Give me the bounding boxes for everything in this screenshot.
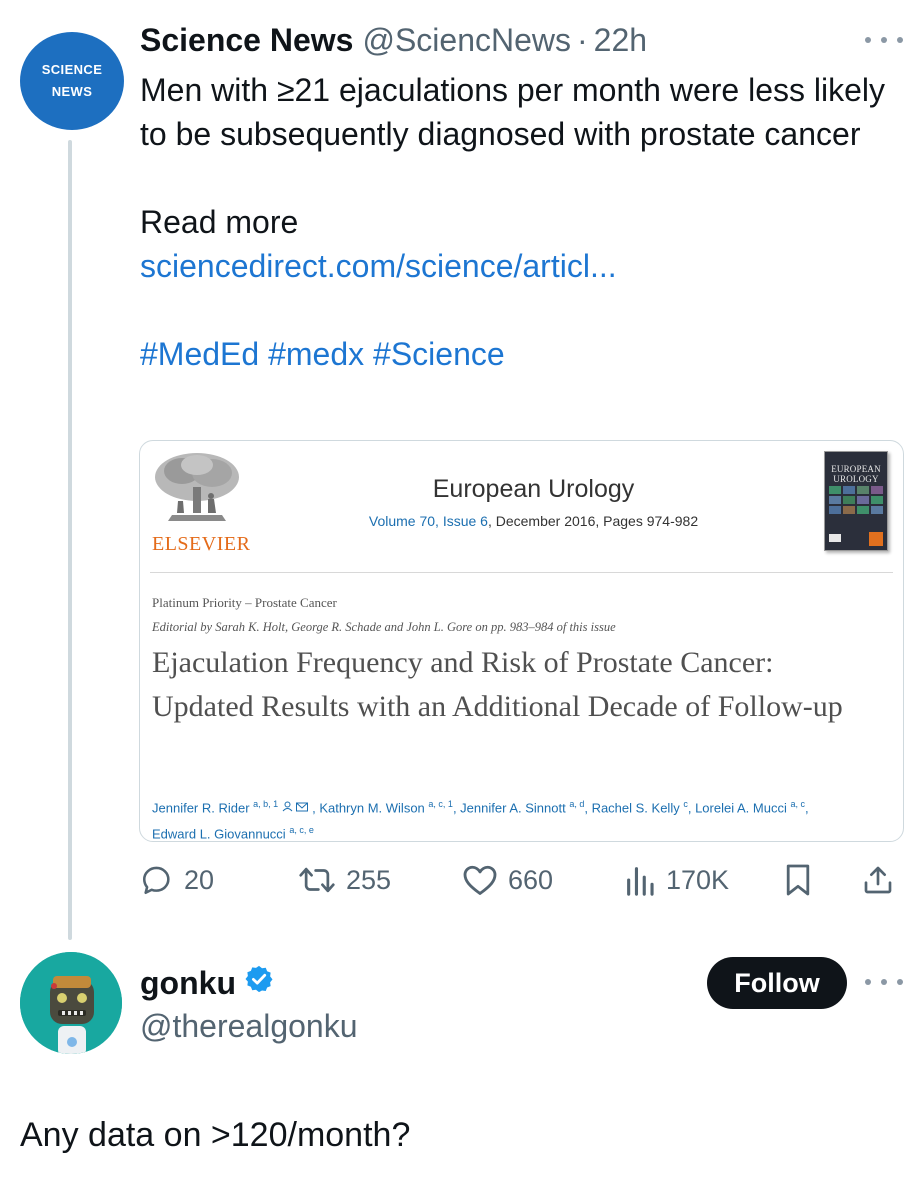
tweet-main-text: Men with ≥21 ejaculations per month were… [140, 72, 886, 152]
envelope-icon[interactable] [296, 800, 312, 815]
author-affiliation: c [683, 799, 688, 809]
retweet-count: 255 [346, 864, 392, 895]
tweet-timestamp[interactable]: 22h [594, 22, 647, 59]
journal-cover-thumbnail: EUROPEAN UROLOGY [824, 451, 888, 551]
read-more-text: Read more [140, 204, 299, 240]
editorial-note: Editorial by Sarah K. Holt, George R. Sc… [152, 620, 616, 634]
hashtags[interactable]: #MedEd #medx #Science [140, 332, 910, 376]
verified-badge-icon [244, 964, 274, 1002]
article-link[interactable]: sciencedirect.com/science/articl... [140, 244, 910, 288]
more-options-icon[interactable] [864, 28, 904, 52]
author-name[interactable]: Lorelei A. Mucci [695, 800, 787, 815]
tweet-text: Men with ≥21 ejaculations per month were… [140, 68, 910, 376]
author-name[interactable]: Jennifer R. Rider [152, 800, 250, 815]
author-name[interactable]: Science News [140, 22, 353, 59]
author-list: Jennifer R. Rider a, b, 1 , Kathryn M. W… [152, 799, 809, 842]
reply-tweet-text: Any data on >120/month? [20, 1116, 411, 1154]
retweet-button[interactable]: 255 [298, 860, 391, 900]
cover-title: EUROPEAN UROLOGY [831, 464, 881, 484]
author-name[interactable]: gonku [140, 965, 236, 1002]
share-icon [864, 866, 892, 894]
author-name[interactable]: Edward L. Giovannucci [152, 827, 286, 841]
journal-issue-info: Volume 70, Issue 6, December 2016, Pages… [140, 513, 903, 529]
tweet-header: Science News @SciencNews · 22h [140, 22, 647, 62]
separator-dot: · [577, 22, 588, 58]
gonku-avatar[interactable] [20, 952, 122, 1054]
bookmark-button[interactable] [784, 860, 822, 900]
article-card[interactable]: ELSEVIER European Urology Volume 70, Iss… [139, 440, 904, 842]
author-handle[interactable]: @SciencNews [362, 22, 571, 59]
author-affiliation: a, d [569, 799, 585, 809]
reply-button[interactable]: 20 [140, 860, 214, 900]
author-name[interactable]: Kathryn M. Wilson [319, 800, 424, 815]
article-category: Platinum Priority – Prostate Cancer [152, 595, 337, 610]
science-news-avatar[interactable]: SCIENCE NEWS [20, 32, 124, 130]
author-affiliation: a, c, 1 [428, 799, 453, 809]
more-options-icon[interactable] [864, 970, 904, 994]
views-chart-icon [627, 867, 654, 896]
author-name[interactable]: Rachel S. Kelly [592, 800, 680, 815]
article-title: Ejaculation Frequency and Risk of Prosta… [152, 646, 843, 723]
person-icon [282, 800, 297, 815]
thread-line [68, 140, 72, 940]
view-count: 170K [666, 864, 730, 895]
author-name[interactable]: Jennifer A. Sinnott [460, 800, 566, 815]
author-affiliation: a, c, e [289, 825, 314, 836]
gonku-name-row: gonku [140, 962, 274, 1004]
avatar-text-line2: NEWS [51, 84, 93, 99]
follow-button[interactable]: Follow [707, 957, 847, 1009]
bookmark-icon [786, 864, 810, 896]
retweet-icon [299, 867, 335, 893]
volume-issue: Volume 70, Issue 6 [368, 513, 488, 529]
like-button[interactable]: 660 [462, 860, 553, 900]
avatar-text-line1: SCIENCE [41, 61, 103, 77]
author-handle[interactable]: @therealgonku [140, 1008, 358, 1045]
reply-icon [142, 866, 170, 895]
author-affiliation: a, b, 1 [253, 799, 279, 809]
like-count: 660 [508, 864, 554, 895]
heart-icon [463, 865, 497, 895]
author-affiliation: a, c [790, 799, 805, 809]
card-divider [150, 572, 893, 573]
journal-name: European Urology [432, 475, 635, 503]
date-pages: , December 2016, Pages 974-982 [487, 513, 699, 529]
reply-count: 20 [184, 864, 215, 895]
share-button[interactable] [862, 860, 904, 900]
elsevier-wordmark: ELSEVIER [152, 533, 251, 555]
views-button[interactable]: 170K [624, 860, 729, 900]
